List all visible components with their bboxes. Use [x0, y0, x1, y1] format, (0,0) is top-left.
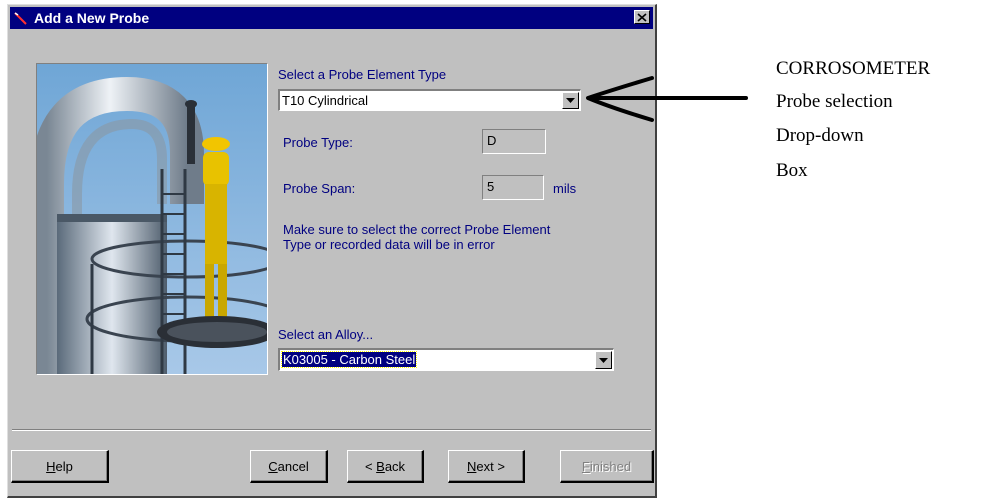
dialog-title: Add a New Probe [34, 10, 150, 26]
probe-span-label: Probe Span: [283, 181, 356, 196]
probe-element-dropdown[interactable]: T10 Cylindrical [278, 89, 581, 111]
annotation-line-2: Probe selection [776, 91, 893, 112]
probe-type-value: D [487, 133, 497, 148]
probe-type-label: Probe Type: [283, 135, 353, 150]
button-separator [12, 429, 651, 431]
cancel-button-label: ancel [277, 458, 309, 474]
close-icon [637, 12, 647, 22]
probe-icon [10, 7, 32, 29]
probe-span-unit: mils [553, 181, 577, 196]
refinery-photo [36, 63, 268, 375]
title-bar[interactable]: Add a New Probe [10, 7, 653, 29]
alloy-dropdown-button[interactable] [595, 351, 612, 369]
probe-element-value: T10 Cylindrical [282, 93, 368, 108]
warning-line-1: Make sure to select the correct Probe El… [283, 222, 551, 237]
dropdown-arrow-icon [566, 98, 575, 103]
finished-button-hotkey: F [581, 458, 590, 474]
dropdown-arrow-icon [599, 357, 608, 363]
back-button-label-pre: < [364, 458, 377, 474]
arrow-icon [586, 76, 748, 122]
alloy-label: Select an Alloy... [278, 327, 374, 342]
help-button-hotkey: H [46, 458, 56, 474]
finished-button[interactable]: Finished [560, 450, 654, 483]
back-button-hotkey: B [376, 458, 385, 474]
probe-element-label: Select a Probe Element Type [278, 67, 447, 82]
back-button[interactable]: < Back [347, 450, 424, 483]
probe-span-field: 5 [482, 175, 544, 200]
help-button[interactable]: Help [11, 450, 109, 483]
cancel-button-hotkey: C [268, 458, 278, 474]
probe-span-value: 5 [487, 179, 495, 194]
back-button-label: ack [384, 458, 406, 474]
add-probe-dialog: Add a New Probe Select a Probe Element T… [7, 4, 657, 498]
next-button-hotkey: N [467, 458, 477, 474]
probe-type-field: D [482, 129, 546, 154]
next-button-label: ext > [476, 458, 505, 474]
annotation-line-1: CORROSOMETER [776, 58, 931, 79]
warning-line-2: Type or recorded data will be in error [283, 237, 495, 252]
cancel-button[interactable]: Cancel [250, 450, 328, 483]
annotation-line-4: Box [776, 160, 808, 181]
alloy-dropdown[interactable]: K03005 - Carbon Steel [278, 348, 614, 371]
next-button[interactable]: Next > [448, 450, 525, 483]
alloy-value: K03005 - Carbon Steel [280, 351, 418, 368]
probe-element-dropdown-button[interactable] [562, 92, 579, 109]
close-button[interactable] [634, 10, 650, 24]
finished-button-label: inished [589, 458, 632, 474]
annotation-line-3: Drop-down [776, 125, 864, 146]
help-button-label: elp [55, 458, 73, 474]
